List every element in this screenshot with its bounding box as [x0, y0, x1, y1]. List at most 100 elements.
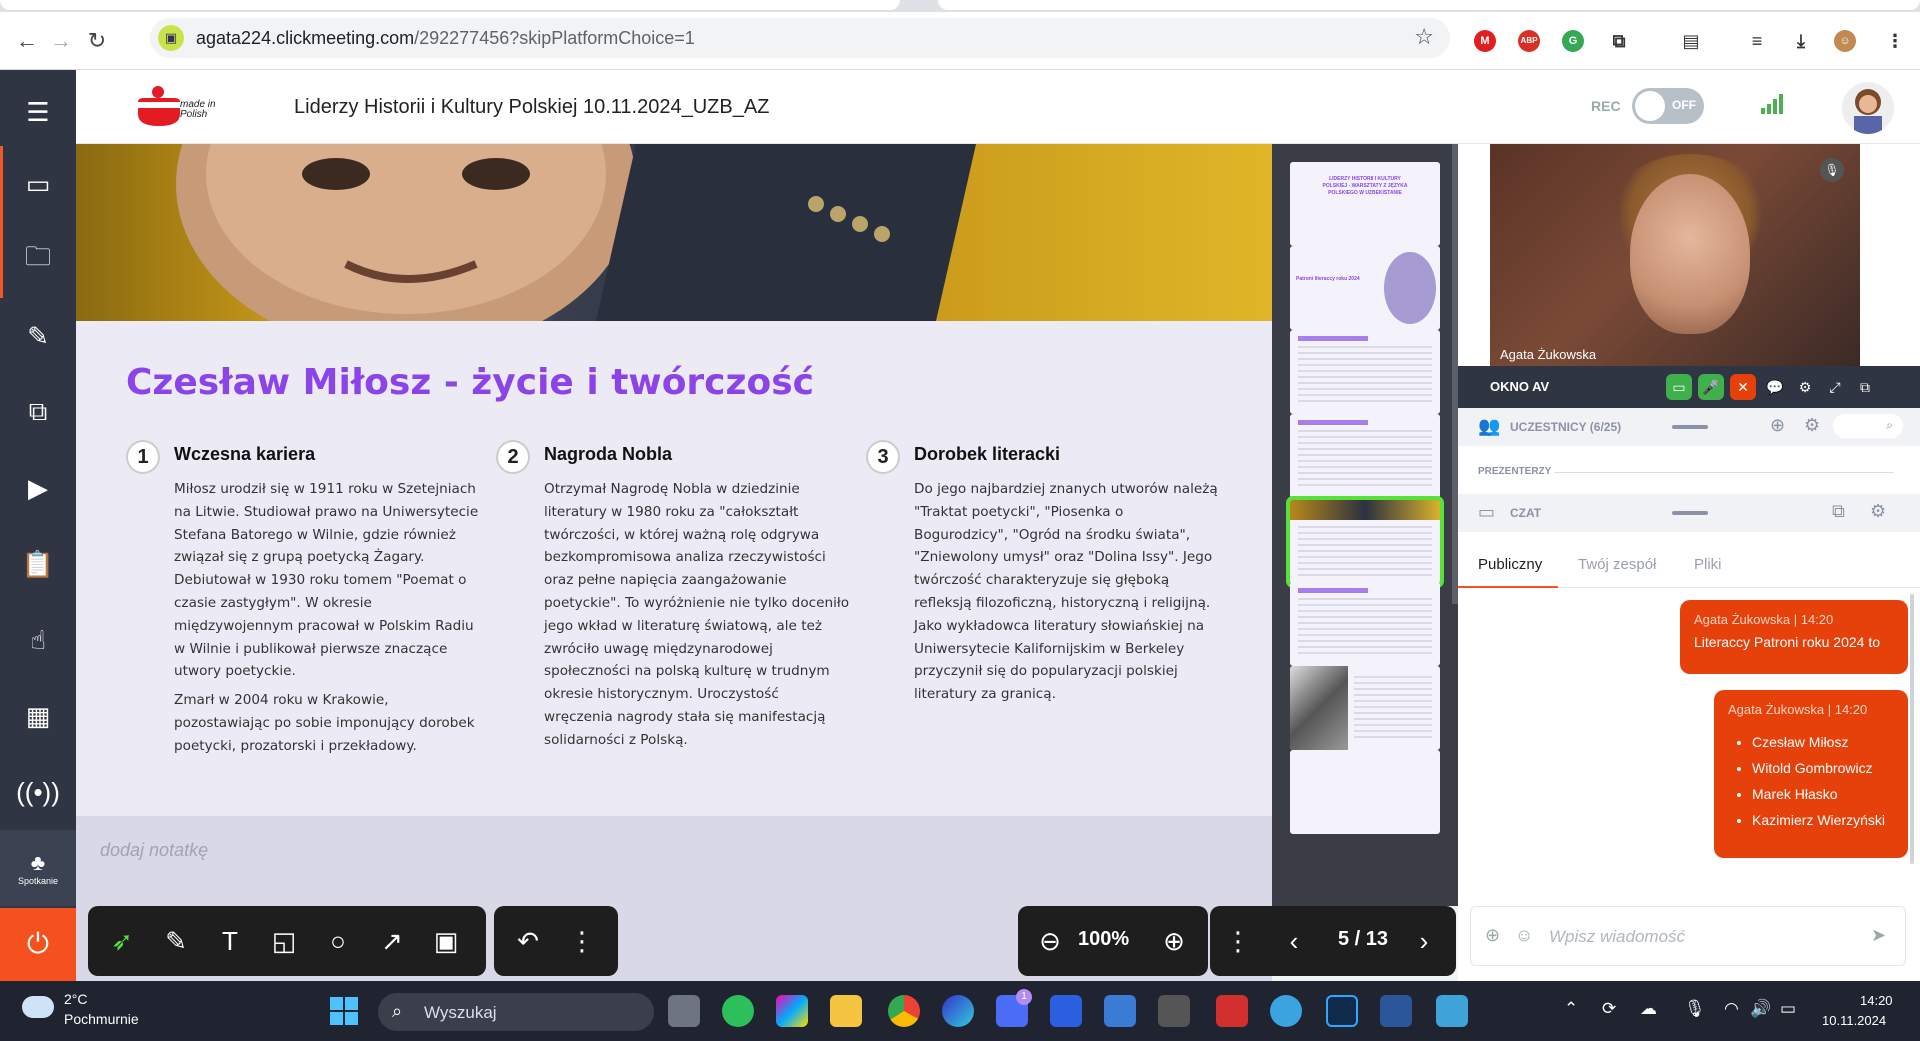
microphone-toggle-icon[interactable]: 🎤: [1698, 374, 1724, 400]
slide-thumbnail[interactable]: [1290, 666, 1440, 750]
adblock-icon[interactable]: ABP: [1518, 30, 1540, 52]
fullscreen-icon[interactable]: ⤢: [1822, 374, 1848, 400]
pen-tool-icon[interactable]: ✎: [158, 923, 194, 959]
site-info-icon[interactable]: ▣: [158, 25, 184, 51]
reload-icon[interactable]: ↻: [84, 28, 110, 54]
undo-icon[interactable]: ↶: [510, 923, 546, 959]
tab-public[interactable]: Publiczny: [1478, 556, 1542, 573]
leave-meeting-button[interactable]: ⏻: [0, 908, 76, 981]
file-explorer-icon[interactable]: [830, 995, 862, 1027]
extension-icon[interactable]: M: [1474, 30, 1496, 52]
slide-thumbnail[interactable]: Patroni literaccy roku 2024: [1290, 246, 1440, 330]
presenter-video[interactable]: Agata Żukowska 🎙: [1490, 144, 1860, 366]
reading-list-icon[interactable]: ▤: [1680, 30, 1702, 52]
forward-icon[interactable]: →: [48, 28, 74, 54]
user-avatar[interactable]: [1842, 82, 1894, 134]
chrome-icon[interactable]: [888, 995, 920, 1027]
onedrive-icon[interactable]: ☁: [1640, 999, 1657, 1019]
next-slide-icon[interactable]: ›: [1406, 923, 1442, 959]
tab-team[interactable]: Twój zespół: [1578, 556, 1656, 573]
sidebar-item-files[interactable]: 🗀: [0, 222, 76, 298]
sidebar-item-notes[interactable]: ✎: [0, 298, 76, 374]
volume-icon[interactable]: 🔊: [1750, 999, 1771, 1019]
microphone-icon[interactable]: 🎙: [1684, 999, 1706, 1019]
app-icon[interactable]: [1050, 995, 1082, 1027]
settings-gear-icon[interactable]: ⚙: [1804, 415, 1820, 436]
text-tool-icon[interactable]: T: [212, 923, 248, 959]
slide-thumbnail-active[interactable]: [1286, 496, 1444, 588]
collapse-handle[interactable]: [1672, 511, 1708, 515]
sidebar-item-broadcast[interactable]: ((•)): [0, 754, 76, 830]
copilot-icon[interactable]: [776, 995, 808, 1027]
add-attachment-icon[interactable]: ⊕: [1485, 925, 1500, 946]
participants-search[interactable]: ⌕: [1833, 414, 1903, 438]
chat-scrollbar[interactable]: [1910, 594, 1914, 864]
app-icon[interactable]: [1158, 995, 1190, 1027]
acrobat-icon[interactable]: [1216, 995, 1248, 1027]
sidebar-item-whiteboard[interactable]: ☝: [0, 602, 76, 678]
browser-tab[interactable]: [938, 0, 1920, 10]
tab-files[interactable]: Pliki: [1694, 556, 1722, 573]
globe-app-icon[interactable]: [1270, 995, 1302, 1027]
calendar-icon[interactable]: [1104, 995, 1136, 1027]
browser-tab[interactable]: [0, 0, 900, 10]
collapse-handle[interactable]: [1672, 425, 1708, 429]
previous-slide-icon[interactable]: ‹: [1276, 923, 1312, 959]
slide-thumbnail[interactable]: [1290, 582, 1440, 666]
sidebar-item-apps[interactable]: ▦: [0, 678, 76, 754]
slide-thumbnail[interactable]: [1290, 330, 1440, 414]
tray-overflow-icon[interactable]: ⌃: [1564, 999, 1578, 1019]
weather-temperature[interactable]: 2°C: [64, 991, 88, 1007]
battery-icon[interactable]: ▭: [1780, 999, 1796, 1019]
screen-share-off-icon[interactable]: ✕: [1730, 374, 1756, 400]
clock-date[interactable]: 10.11.2024: [1822, 1013, 1886, 1028]
task-view-icon[interactable]: [668, 995, 700, 1027]
arrow-tool-icon[interactable]: ↗: [374, 923, 410, 959]
shape-tool-icon[interactable]: ○: [320, 923, 356, 959]
settings-gear-icon[interactable]: ⚙: [1870, 501, 1886, 522]
taskbar-search[interactable]: ⌕ Wyszukaj: [378, 993, 654, 1031]
send-icon[interactable]: ➤: [1871, 925, 1886, 946]
zoom-in-icon[interactable]: ⊕: [1156, 923, 1192, 959]
slide-thumbnail[interactable]: [1290, 414, 1440, 498]
settings-gear-icon[interactable]: ⚙: [1792, 374, 1818, 400]
edge-icon[interactable]: [942, 995, 974, 1027]
popout-icon[interactable]: ⧉: [1832, 501, 1845, 522]
app-icon[interactable]: [1436, 995, 1468, 1027]
download-icon[interactable]: ⤓: [1790, 30, 1812, 52]
sync-icon[interactable]: ⟳: [1602, 999, 1616, 1019]
sticky-note-tool-icon[interactable]: ◱: [266, 923, 302, 959]
photoshop-icon[interactable]: [1326, 995, 1358, 1027]
recording-toggle[interactable]: OFF: [1632, 88, 1704, 124]
wifi-icon[interactable]: ◠: [1724, 999, 1739, 1019]
slide-thumbnail[interactable]: LIDERZY HISTORII I KULTURY POLSKIEJ - WA…: [1290, 162, 1440, 246]
weather-description[interactable]: Pochmurnie: [64, 1011, 139, 1027]
address-bar[interactable]: ▣ agata224.clickmeeting.com/292277456?sk…: [150, 18, 1450, 58]
word-icon[interactable]: [1380, 995, 1412, 1027]
camera-toggle-icon[interactable]: ▭: [1666, 374, 1692, 400]
kaspersky-icon[interactable]: [722, 995, 754, 1027]
more-options-icon[interactable]: ⋮: [1220, 923, 1256, 959]
emoji-icon[interactable]: ☺: [1515, 925, 1533, 946]
zoom-out-icon[interactable]: ⊖: [1032, 923, 1068, 959]
sidebar-item-screen-share[interactable]: ⧉: [0, 374, 76, 450]
popout-icon[interactable]: ⧉: [1852, 374, 1878, 400]
windows-start-icon[interactable]: [330, 997, 358, 1025]
sidebar-item-meeting[interactable]: ♣ Spotkanie: [0, 830, 76, 906]
sidebar-item-video[interactable]: ▶: [0, 450, 76, 526]
profile-avatar[interactable]: ☺: [1834, 30, 1856, 52]
image-tool-icon[interactable]: ▣: [428, 923, 464, 959]
media-control-icon[interactable]: ≡: [1746, 30, 1768, 52]
chat-section[interactable]: ▭ CZAT ⧉ ⚙: [1458, 494, 1920, 532]
chat-input[interactable]: ⊕ ☺ Wpisz wiadomość ➤: [1470, 906, 1906, 966]
chat-bubble-icon[interactable]: 💬: [1762, 374, 1788, 400]
add-user-icon[interactable]: ⊕: [1770, 415, 1785, 436]
clock-time[interactable]: 14:20: [1860, 993, 1893, 1008]
translate-icon[interactable]: G: [1562, 30, 1584, 52]
slide-thumbnail[interactable]: [1290, 750, 1440, 834]
sidebar-item-tests[interactable]: 📋: [0, 526, 76, 602]
more-options-icon[interactable]: ⋮: [564, 923, 600, 959]
extensions-puzzle-icon[interactable]: ⧉: [1608, 30, 1630, 52]
bookmark-star-icon[interactable]: ☆: [1414, 24, 1434, 50]
participants-section[interactable]: 👥 UCZESTNICY (6/25) ⊕ ⚙ ⌕: [1458, 408, 1920, 446]
